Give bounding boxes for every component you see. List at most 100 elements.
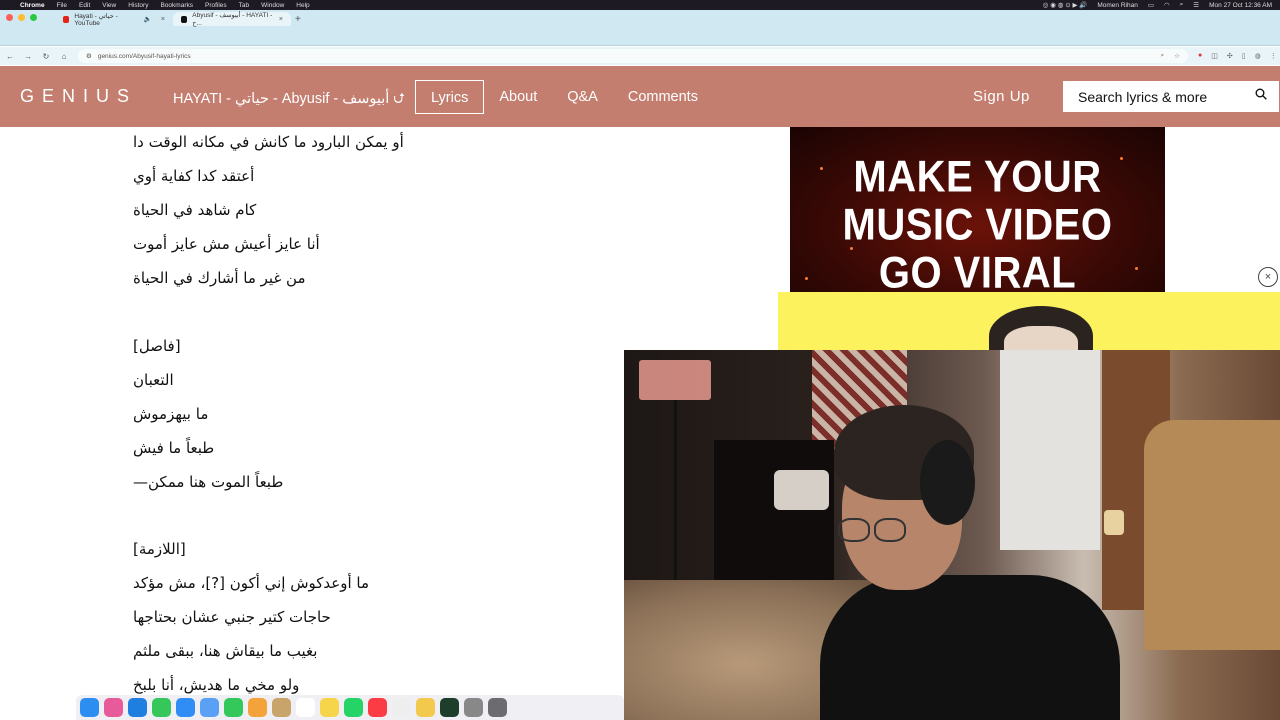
notes-icon[interactable] xyxy=(320,698,339,717)
menu-user-name[interactable]: Momen Rihan xyxy=(1097,2,1137,9)
menu-bookmarks[interactable]: Bookmarks xyxy=(160,2,193,9)
lyric-line: كام شاهد في الحياة xyxy=(133,201,257,219)
contacts-icon[interactable] xyxy=(272,698,291,717)
safari-icon[interactable] xyxy=(128,698,147,717)
tab-lyrics[interactable]: Lyrics xyxy=(415,80,485,114)
extension-icon[interactable]: ◫ xyxy=(1211,52,1218,60)
tab-youtube[interactable]: Hayati - حياتي - YouTube 🔈 × xyxy=(55,12,173,27)
tab-qa[interactable]: Q&A xyxy=(552,80,613,114)
address-bar[interactable]: ⚙ genius.com/Abyusif-hayati-lyrics ⌕ ☆ xyxy=(78,49,1188,63)
lyric-line: ما أوعدكوش إني أكون [?]، مش مؤكد xyxy=(133,574,370,592)
new-tab-icon[interactable]: + xyxy=(295,14,301,25)
close-tab-icon[interactable]: × xyxy=(279,16,283,23)
menu-help[interactable]: Help xyxy=(296,2,309,9)
lyric-line: ولو مخي ما هديش، أنا بلبخ xyxy=(133,676,300,694)
minimize-window-button[interactable] xyxy=(18,14,25,21)
status-icons[interactable]: ◎ ◉ ◍ ⊙ ▶ 🔊 xyxy=(1043,1,1088,9)
messages-icon[interactable] xyxy=(152,698,171,717)
home-icon[interactable]: ⌂ xyxy=(60,52,68,61)
app-store-icon[interactable] xyxy=(176,698,195,717)
video-ad-banner[interactable] xyxy=(778,292,1280,352)
maximize-window-button[interactable] xyxy=(30,14,37,21)
lyric-line: حاجات كتير جنبي عشان بحتاجها xyxy=(133,608,331,626)
control-center-icon[interactable]: ☰ xyxy=(1193,1,1199,9)
site-info-icon[interactable]: ⚙ xyxy=(86,52,92,60)
advertisement[interactable]: MAKE YOUR MUSIC VIDEO GO VIRAL xyxy=(790,127,1165,293)
whatsapp-icon[interactable] xyxy=(344,698,363,717)
lyric-line: أنا عايز أعيش مش عايز أموت xyxy=(133,235,320,253)
search-placeholder: Search lyrics & more xyxy=(1078,88,1208,105)
bookmark-star-icon[interactable]: ☆ xyxy=(1174,52,1180,60)
lyrics-body: أو يمكن البارود ما كانش في مكانه الوقت د… xyxy=(0,127,624,695)
tab-title: Abyusif - أبيوسف - HAYATI - ح... xyxy=(192,12,273,27)
menu-edit[interactable]: Edit xyxy=(79,2,90,9)
ad-headline-line: MAKE YOUR xyxy=(853,152,1102,202)
forward-icon[interactable]: → xyxy=(24,52,32,61)
ad-headline-line: GO VIRAL xyxy=(878,248,1077,293)
lyric-line: طبعاً ما فيش xyxy=(133,439,215,457)
speaker-icon[interactable]: 🔈 xyxy=(144,15,152,23)
finder-icon[interactable] xyxy=(80,698,99,717)
webcam-overlay xyxy=(624,350,1280,720)
app-icon[interactable] xyxy=(488,698,507,717)
close-window-button[interactable] xyxy=(6,14,13,21)
tab-genius[interactable]: Abyusif - أبيوسف - HAYATI - ح... × xyxy=(173,12,291,27)
url-text[interactable]: genius.com/Abyusif-hayati-lyrics xyxy=(98,53,191,60)
lyric-line: طبعاً الموت هنا ممكن— xyxy=(133,473,284,491)
more-menu-icon[interactable]: ⋮ xyxy=(1270,52,1277,60)
photos-icon[interactable] xyxy=(248,698,267,717)
menu-datetime[interactable]: Mon 27 Oct 12:36 AM xyxy=(1209,2,1272,9)
music-icon[interactable] xyxy=(368,698,387,717)
sign-up-button[interactable]: Sign Up xyxy=(973,88,1030,105)
lyric-line: التعبان xyxy=(133,371,174,389)
close-ad-button[interactable]: × xyxy=(1258,267,1278,287)
system-settings-icon[interactable] xyxy=(464,698,483,717)
profile-icon[interactable]: ◍ xyxy=(1255,52,1261,60)
tab-about[interactable]: About xyxy=(484,80,552,114)
ad-headline-line: MUSIC VIDEO xyxy=(842,200,1113,250)
pencil-app-icon[interactable] xyxy=(416,698,435,717)
menu-tab[interactable]: Tab xyxy=(239,2,249,9)
macos-dock xyxy=(76,695,624,720)
lyric-section-header: [فاصل] xyxy=(133,337,181,355)
youtube-icon xyxy=(63,15,70,23)
reminders-icon[interactable] xyxy=(392,698,411,717)
macos-menu-bar: Chrome File Edit View History Bookmarks … xyxy=(0,0,1280,10)
lyric-line: ما بيهزموش xyxy=(133,405,209,423)
genius-logo[interactable]: GENIUS xyxy=(20,86,137,107)
genius-search-input[interactable]: Search lyrics & more xyxy=(1063,81,1279,112)
genius-icon xyxy=(181,15,188,23)
menu-view[interactable]: View xyxy=(102,2,116,9)
lyric-line: من غير ما أشارك في الحياة xyxy=(133,269,306,287)
window-controls xyxy=(6,14,37,21)
wifi-icon[interactable]: ◠ xyxy=(1164,1,1170,9)
battery-icon[interactable]: ▭ xyxy=(1148,1,1154,9)
calendar-icon[interactable] xyxy=(296,698,315,717)
menu-history[interactable]: History xyxy=(128,2,148,9)
menu-profiles[interactable]: Profiles xyxy=(205,2,227,9)
menu-app-name[interactable]: Chrome xyxy=(20,2,45,9)
song-title[interactable]: HAYATI - حياتي - Abyusif - أبيوسف ⮍ xyxy=(173,88,405,113)
zoom-icon[interactable]: ⌕ xyxy=(1161,52,1165,60)
sidebar-icon[interactable]: ▯ xyxy=(1242,52,1246,60)
close-tab-icon[interactable]: × xyxy=(161,16,165,23)
launchpad-icon[interactable] xyxy=(104,698,123,717)
search-icon[interactable] xyxy=(1255,88,1267,100)
reload-icon[interactable]: ↻ xyxy=(42,52,50,61)
back-icon[interactable]: ← xyxy=(6,52,14,61)
tab-title: Hayati - حياتي - YouTube xyxy=(74,12,118,27)
menu-file[interactable]: File xyxy=(57,2,67,9)
lyric-line: بغيب ما بيقاش هنا، ببقى ملثم xyxy=(133,642,318,660)
logic-icon[interactable] xyxy=(440,698,459,717)
tab-bar: Hayati - حياتي - YouTube 🔈 × Abyusif - أ… xyxy=(0,10,1280,27)
tab-comments[interactable]: Comments xyxy=(613,80,713,114)
facetime-icon[interactable] xyxy=(224,698,243,717)
menu-window[interactable]: Window xyxy=(261,2,284,9)
extension-icon[interactable]: ● xyxy=(1198,52,1202,60)
lyric-line: أو يمكن البارود ما كانش في مكانه الوقت د… xyxy=(133,133,404,151)
extensions-puzzle-icon[interactable]: ✣ xyxy=(1227,52,1233,60)
appstore-icon[interactable] xyxy=(200,698,219,717)
search-icon[interactable]: ⌕ xyxy=(1180,1,1184,9)
lyric-section-header: [اللازمة] xyxy=(133,540,186,558)
song-nav: Lyrics About Q&A Comments xyxy=(415,80,713,114)
